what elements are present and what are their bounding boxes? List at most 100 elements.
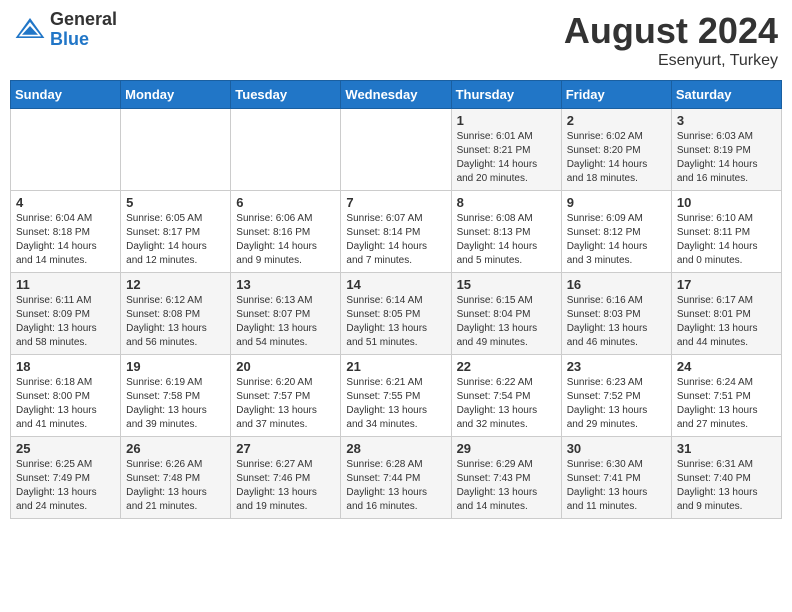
logo-icon [14, 14, 46, 46]
day-info: Sunrise: 6:14 AM Sunset: 8:05 PM Dayligh… [346, 294, 445, 350]
day-info: Sunrise: 6:11 AM Sunset: 8:09 PM Dayligh… [16, 294, 115, 350]
day-info: Sunrise: 6:17 AM Sunset: 8:01 PM Dayligh… [677, 294, 776, 350]
day-info: Sunrise: 6:19 AM Sunset: 7:58 PM Dayligh… [126, 376, 225, 432]
day-number: 5 [126, 195, 225, 210]
day-number: 19 [126, 359, 225, 374]
day-cell: 30 Sunrise: 6:30 AM Sunset: 7:41 PM Dayli… [561, 437, 671, 519]
week-row-1: 1 Sunrise: 6:01 AM Sunset: 8:21 PM Daylig… [11, 109, 782, 191]
header-cell-monday: Monday [121, 81, 231, 109]
day-number: 26 [126, 441, 225, 456]
day-info: Sunrise: 6:13 AM Sunset: 8:07 PM Dayligh… [236, 294, 335, 350]
day-cell: 21 Sunrise: 6:21 AM Sunset: 7:55 PM Dayli… [341, 355, 451, 437]
day-cell: 25 Sunrise: 6:25 AM Sunset: 7:49 PM Dayli… [11, 437, 121, 519]
day-info: Sunrise: 6:22 AM Sunset: 7:54 PM Dayligh… [457, 376, 556, 432]
day-number: 9 [567, 195, 666, 210]
day-number: 4 [16, 195, 115, 210]
day-number: 27 [236, 441, 335, 456]
logo-general-text: General [50, 10, 117, 30]
day-number: 18 [16, 359, 115, 374]
day-number: 25 [16, 441, 115, 456]
week-row-2: 4Sunrise: 6:04 AM Sunset: 8:18 PM Daylig… [11, 191, 782, 273]
day-info: Sunrise: 6:30 AM Sunset: 7:41 PM Dayligh… [567, 458, 666, 514]
day-number: 11 [16, 277, 115, 292]
day-cell: 11 Sunrise: 6:11 AM Sunset: 8:09 PM Dayli… [11, 273, 121, 355]
logo-blue-text: Blue [50, 30, 117, 50]
day-cell: 10 Sunrise: 6:10 AM Sunset: 8:11 PM Dayli… [671, 191, 781, 273]
day-info: Sunrise: 6:18 AM Sunset: 8:00 PM Dayligh… [16, 376, 115, 432]
day-cell: 18 Sunrise: 6:18 AM Sunset: 8:00 PM Dayli… [11, 355, 121, 437]
day-cell: 16Sunrise: 6:16 AM Sunset: 8:03 PM Dayli… [561, 273, 671, 355]
day-cell [11, 109, 121, 191]
day-number: 7 [346, 195, 445, 210]
day-cell: 27Sunrise: 6:27 AM Sunset: 7:46 PM Dayli… [231, 437, 341, 519]
day-info: Sunrise: 6:21 AM Sunset: 7:55 PM Dayligh… [346, 376, 445, 432]
logo-text: General Blue [50, 10, 117, 50]
day-number: 1 [457, 113, 556, 128]
page-header: General Blue August 2024 Esenyurt, Turke… [10, 10, 782, 70]
day-cell [341, 109, 451, 191]
day-number: 6 [236, 195, 335, 210]
day-number: 13 [236, 277, 335, 292]
day-info: Sunrise: 6:28 AM Sunset: 7:44 PM Dayligh… [346, 458, 445, 514]
day-cell: 15 Sunrise: 6:15 AM Sunset: 8:04 PM Dayli… [451, 273, 561, 355]
title-block: August 2024 Esenyurt, Turkey [564, 10, 778, 70]
day-cell [121, 109, 231, 191]
day-number: 21 [346, 359, 445, 374]
day-info: Sunrise: 6:15 AM Sunset: 8:04 PM Dayligh… [457, 294, 556, 350]
day-cell: 12 Sunrise: 6:12 AM Sunset: 8:08 PM Dayli… [121, 273, 231, 355]
day-number: 17 [677, 277, 776, 292]
day-number: 30 [567, 441, 666, 456]
month-year-title: August 2024 [564, 10, 778, 52]
header-cell-sunday: Sunday [11, 81, 121, 109]
day-number: 31 [677, 441, 776, 456]
day-cell: 13 Sunrise: 6:13 AM Sunset: 8:07 PM Dayli… [231, 273, 341, 355]
day-cell: 3 Sunrise: 6:03 AM Sunset: 8:19 PM Daylig… [671, 109, 781, 191]
day-info: Sunrise: 6:03 AM Sunset: 8:19 PM Dayligh… [677, 130, 776, 186]
day-info: Sunrise: 6:07 AM Sunset: 8:14 PM Dayligh… [346, 212, 445, 268]
day-cell: 24 Sunrise: 6:24 AM Sunset: 7:51 PM Dayli… [671, 355, 781, 437]
day-number: 12 [126, 277, 225, 292]
day-info: Sunrise: 6:08 AM Sunset: 8:13 PM Dayligh… [457, 212, 556, 268]
day-cell: 4Sunrise: 6:04 AM Sunset: 8:18 PM Daylig… [11, 191, 121, 273]
day-info: Sunrise: 6:01 AM Sunset: 8:21 PM Dayligh… [457, 130, 556, 186]
day-cell: 1 Sunrise: 6:01 AM Sunset: 8:21 PM Daylig… [451, 109, 561, 191]
day-number: 22 [457, 359, 556, 374]
day-info: Sunrise: 6:10 AM Sunset: 8:11 PM Dayligh… [677, 212, 776, 268]
day-cell: 8Sunrise: 6:08 AM Sunset: 8:13 PM Daylig… [451, 191, 561, 273]
header-cell-saturday: Saturday [671, 81, 781, 109]
week-row-3: 11 Sunrise: 6:11 AM Sunset: 8:09 PM Dayli… [11, 273, 782, 355]
day-cell: 2Sunrise: 6:02 AM Sunset: 8:20 PM Daylig… [561, 109, 671, 191]
day-info: Sunrise: 6:24 AM Sunset: 7:51 PM Dayligh… [677, 376, 776, 432]
day-number: 10 [677, 195, 776, 210]
calendar-body: 1 Sunrise: 6:01 AM Sunset: 8:21 PM Daylig… [11, 109, 782, 519]
day-cell: 5Sunrise: 6:05 AM Sunset: 8:17 PM Daylig… [121, 191, 231, 273]
day-number: 14 [346, 277, 445, 292]
day-cell: 28Sunrise: 6:28 AM Sunset: 7:44 PM Dayli… [341, 437, 451, 519]
calendar-header: SundayMondayTuesdayWednesdayThursdayFrid… [11, 81, 782, 109]
day-cell: 17 Sunrise: 6:17 AM Sunset: 8:01 PM Dayli… [671, 273, 781, 355]
day-cell: 14 Sunrise: 6:14 AM Sunset: 8:05 PM Dayli… [341, 273, 451, 355]
day-cell [231, 109, 341, 191]
day-cell: 6 Sunrise: 6:06 AM Sunset: 8:16 PM Daylig… [231, 191, 341, 273]
day-info: Sunrise: 6:26 AM Sunset: 7:48 PM Dayligh… [126, 458, 225, 514]
day-cell: 7 Sunrise: 6:07 AM Sunset: 8:14 PM Daylig… [341, 191, 451, 273]
day-info: Sunrise: 6:25 AM Sunset: 7:49 PM Dayligh… [16, 458, 115, 514]
header-cell-thursday: Thursday [451, 81, 561, 109]
day-info: Sunrise: 6:09 AM Sunset: 8:12 PM Dayligh… [567, 212, 666, 268]
day-cell: 20Sunrise: 6:20 AM Sunset: 7:57 PM Dayli… [231, 355, 341, 437]
day-number: 3 [677, 113, 776, 128]
day-cell: 31Sunrise: 6:31 AM Sunset: 7:40 PM Dayli… [671, 437, 781, 519]
day-cell: 22 Sunrise: 6:22 AM Sunset: 7:54 PM Dayli… [451, 355, 561, 437]
day-number: 20 [236, 359, 335, 374]
day-number: 15 [457, 277, 556, 292]
day-info: Sunrise: 6:16 AM Sunset: 8:03 PM Dayligh… [567, 294, 666, 350]
calendar-table: SundayMondayTuesdayWednesdayThursdayFrid… [10, 80, 782, 519]
header-cell-wednesday: Wednesday [341, 81, 451, 109]
header-cell-tuesday: Tuesday [231, 81, 341, 109]
day-number: 24 [677, 359, 776, 374]
day-info: Sunrise: 6:06 AM Sunset: 8:16 PM Dayligh… [236, 212, 335, 268]
day-info: Sunrise: 6:02 AM Sunset: 8:20 PM Dayligh… [567, 130, 666, 186]
location-subtitle: Esenyurt, Turkey [564, 52, 778, 70]
header-row: SundayMondayTuesdayWednesdayThursdayFrid… [11, 81, 782, 109]
day-info: Sunrise: 6:12 AM Sunset: 8:08 PM Dayligh… [126, 294, 225, 350]
